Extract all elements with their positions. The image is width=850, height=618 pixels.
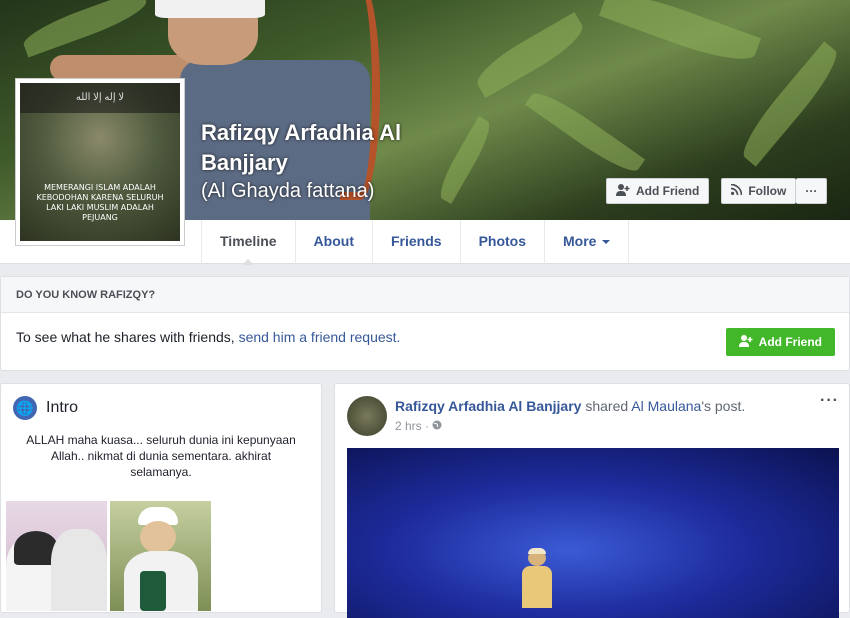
profile-alternate-name: (Al Ghayda fattana): [201, 180, 375, 202]
featured-photo[interactable]: [110, 501, 211, 611]
add-friend-label: Add Friend: [636, 184, 700, 198]
chevron-down-icon: [602, 240, 611, 248]
profile-picture-caption: MEMERANGI ISLAM ADALAH KEBODOHAN KARENA …: [36, 183, 164, 222]
ellipsis-icon: ···: [805, 184, 818, 198]
follow-label: Follow: [748, 184, 787, 198]
profile-name[interactable]: Rafizqy Arfadhia Al Banjjary: [201, 118, 461, 178]
add-friend-icon: [738, 334, 753, 350]
intro-card: 🌐 Intro ALLAH maha kuasa... seluruh duni…: [0, 383, 322, 613]
tab-friends[interactable]: Friends: [371, 220, 460, 264]
rss-icon: [731, 183, 743, 198]
flag-banner: لا إله إلا الله: [20, 83, 180, 113]
post-video[interactable]: [347, 448, 839, 618]
featured-photos: [6, 501, 211, 611]
tab-timeline[interactable]: Timeline: [201, 220, 295, 265]
shared-from-link[interactable]: Al Maulana: [631, 398, 701, 414]
globe-icon: 🌐: [13, 396, 37, 420]
tab-about[interactable]: About: [294, 220, 372, 264]
intro-bio: ALLAH maha kuasa... seluruh dunia ini ke…: [26, 433, 296, 479]
video-subject: [522, 548, 552, 608]
tab-more[interactable]: More: [544, 220, 630, 264]
avatar[interactable]: [347, 396, 387, 436]
public-globe-icon: [432, 419, 442, 433]
profile-picture[interactable]: لا إله إلا الله MEMERANGI ISLAM ADALAH K…: [15, 78, 185, 246]
post-author-link[interactable]: Rafizqy Arfadhia Al Banjjary: [395, 398, 581, 414]
post-meta: 2 hrs ·: [395, 419, 442, 433]
add-friend-label: Add Friend: [758, 335, 822, 349]
know-box: DO YOU KNOW RAFIZQY? To see what he shar…: [0, 276, 850, 371]
intro-title: Intro: [46, 399, 79, 416]
add-friend-button[interactable]: Add Friend: [606, 178, 710, 204]
post-header: Rafizqy Arfadhia Al Banjjary shared Al M…: [395, 398, 746, 414]
follow-button[interactable]: Follow: [721, 178, 797, 204]
more-options-button[interactable]: ···: [796, 178, 828, 204]
tab-photos[interactable]: Photos: [459, 220, 544, 264]
know-box-heading: DO YOU KNOW RAFIZQY?: [1, 277, 849, 313]
feed-post: Rafizqy Arfadhia Al Banjjary shared Al M…: [334, 383, 850, 618]
add-friend-button-green[interactable]: Add Friend: [725, 328, 835, 356]
add-friend-icon: [616, 183, 630, 199]
post-timestamp[interactable]: 2 hrs: [395, 419, 422, 433]
know-box-text: To see what he shares with friends, send…: [16, 329, 401, 345]
post-menu-button[interactable]: ···: [820, 392, 839, 410]
friend-request-link[interactable]: send him a friend request.: [239, 329, 401, 345]
featured-photo[interactable]: [6, 501, 107, 611]
